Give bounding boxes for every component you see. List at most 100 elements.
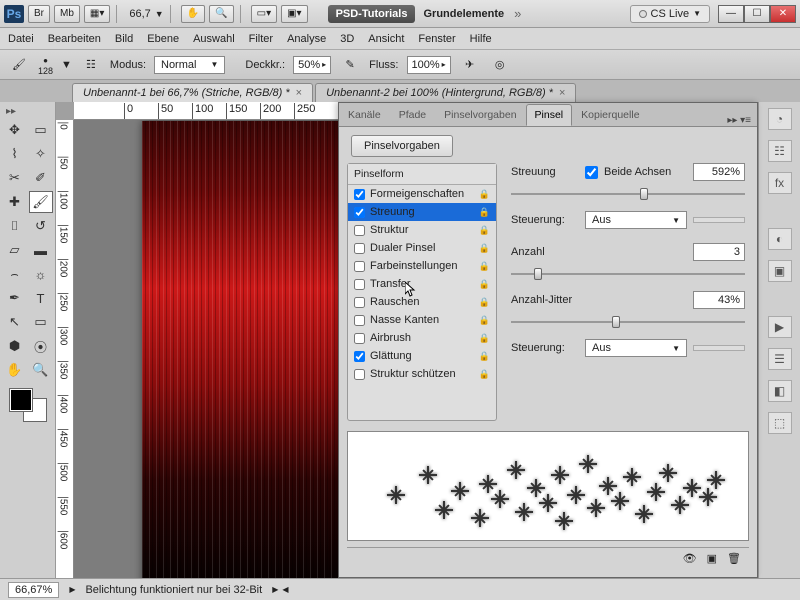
brush-option-checkbox[interactable] [354, 369, 365, 380]
new-preset-icon[interactable]: ▣ [707, 552, 717, 565]
brush-size-value[interactable]: 128 [38, 67, 53, 76]
flow-input[interactable]: 100%▸ [407, 56, 451, 74]
zoom-tool[interactable]: 🔍 [29, 359, 53, 381]
workspace-subtitle[interactable]: Grundelemente [423, 8, 504, 20]
type-tool[interactable]: T [29, 287, 53, 309]
menu-ebene[interactable]: Ebene [147, 33, 179, 45]
move-tool[interactable]: ✥ [3, 119, 27, 141]
brush-presets-button[interactable]: Pinselvorgaben [351, 135, 453, 157]
dock-adjust-icon[interactable]: ◐ [768, 228, 792, 250]
brush-option-checkbox[interactable] [354, 225, 365, 236]
dock-play-icon[interactable]: ▶ [768, 316, 792, 338]
ruler-vertical[interactable]: 050100150200250300350400450500550600 [56, 120, 74, 578]
dock-styles-icon[interactable]: fx [768, 172, 792, 194]
zoom-tool-button[interactable]: 🔍 [209, 5, 233, 23]
brush-option-item[interactable]: Rauschen🔒 [348, 293, 496, 311]
scatter-value[interactable]: 592% [693, 163, 745, 181]
zoom-value[interactable]: 66,7 [129, 8, 150, 20]
shape-tool[interactable]: ▭ [29, 311, 53, 333]
tab-pinselvorgaben[interactable]: Pinselvorgaben [435, 104, 525, 126]
lock-icon[interactable]: 🔒 [479, 243, 490, 254]
dodge-tool[interactable]: ☼ [29, 263, 53, 285]
doctab-1[interactable]: Unbenannt-1 bei 66,7% (Striche, RGB/8) *… [72, 83, 313, 102]
menu-bearbeiten[interactable]: Bearbeiten [48, 33, 101, 45]
collapse-icon[interactable]: ▸▸ [6, 106, 16, 117]
brush-tool-icon[interactable]: 🖌 [8, 54, 30, 76]
menu-datei[interactable]: Datei [8, 33, 34, 45]
brush-option-item[interactable]: Formeigenschaften🔒 [348, 185, 496, 203]
menu-bild[interactable]: Bild [115, 33, 133, 45]
brush-option-item[interactable]: Airbrush🔒 [348, 329, 496, 347]
lock-icon[interactable]: 🔒 [479, 369, 490, 380]
tab-kanaele[interactable]: Kanäle [339, 104, 390, 126]
brush-option-item[interactable]: Struktur🔒 [348, 221, 496, 239]
wand-tool[interactable]: ✧ [29, 143, 53, 165]
brush-option-item[interactable]: Farbeinstellungen🔒 [348, 257, 496, 275]
pen-tool[interactable]: ✒ [3, 287, 27, 309]
brush-option-item[interactable]: Transfer🔒 [348, 275, 496, 293]
dock-paths-icon[interactable]: ⬚ [768, 412, 792, 434]
menu-3d[interactable]: 3D [340, 33, 354, 45]
blur-tool[interactable]: ⌢ [3, 263, 27, 285]
count-jitter-value[interactable]: 43% [693, 291, 745, 309]
lock-icon[interactable]: 🔒 [479, 315, 490, 326]
brush-option-checkbox[interactable] [354, 333, 365, 344]
minibridge-button[interactable]: Mb [54, 5, 80, 23]
trash-icon[interactable]: 🗑 [727, 552, 741, 565]
count-jitter-slider[interactable] [511, 315, 745, 329]
brush-option-checkbox[interactable] [354, 189, 365, 200]
brush-option-checkbox[interactable] [354, 207, 365, 218]
marquee-tool[interactable]: ▭ [29, 119, 53, 141]
scatter-slider[interactable] [511, 187, 745, 201]
gradient-tool[interactable]: ▬ [29, 239, 53, 261]
brush-option-checkbox[interactable] [354, 243, 365, 254]
opacity-pressure-icon[interactable]: ✎ [339, 54, 361, 76]
close-icon[interactable]: × [296, 87, 302, 99]
minimize-button[interactable]: — [718, 5, 744, 23]
tablet-pressure-icon[interactable]: ◎ [489, 54, 511, 76]
hand-tool[interactable]: ✋ [3, 359, 27, 381]
history-brush-tool[interactable]: ↺ [29, 215, 53, 237]
maximize-button[interactable]: ☐ [744, 5, 770, 23]
brush-list-head[interactable]: Pinselform [348, 164, 496, 185]
lock-icon[interactable]: 🔒 [479, 207, 490, 218]
fg-color[interactable] [10, 389, 32, 411]
crop-tool[interactable]: ✂ [3, 167, 27, 189]
hand-tool-button[interactable]: ✋ [181, 5, 205, 23]
tab-pinsel[interactable]: Pinsel [526, 104, 573, 126]
heal-tool[interactable]: ✚ [3, 191, 27, 213]
menu-ansicht[interactable]: Ansicht [368, 33, 404, 45]
menu-auswahl[interactable]: Auswahl [193, 33, 235, 45]
close-icon[interactable]: × [559, 87, 565, 99]
bridge-button[interactable]: Br [28, 5, 50, 23]
lock-icon[interactable]: 🔒 [479, 189, 490, 200]
status-zoom[interactable]: 66,67% [8, 582, 59, 598]
zoom-chevron-icon[interactable]: ▼ [155, 9, 164, 19]
workspace-chevron-icon[interactable]: » [514, 6, 521, 21]
tab-pfade[interactable]: Pfade [390, 104, 435, 126]
3d-camera-tool[interactable]: ⦿ [29, 335, 53, 357]
dock-color-icon[interactable]: ◔ [768, 108, 792, 130]
tab-kopierquelle[interactable]: Kopierquelle [572, 104, 648, 126]
lock-icon[interactable]: 🔒 [479, 333, 490, 344]
dock-masks-icon[interactable]: ▣ [768, 260, 792, 282]
color-swatch[interactable] [10, 389, 46, 421]
dock-layers-icon[interactable]: ☰ [768, 348, 792, 370]
opacity-input[interactable]: 50%▸ [293, 56, 331, 74]
lock-icon[interactable]: 🔒 [479, 225, 490, 236]
lock-icon[interactable]: 🔒 [479, 261, 490, 272]
cslive-button[interactable]: CS Live ▼ [630, 5, 710, 23]
brush-option-checkbox[interactable] [354, 351, 365, 362]
brush-option-checkbox[interactable] [354, 261, 365, 272]
brush-option-checkbox[interactable] [354, 297, 365, 308]
menu-fenster[interactable]: Fenster [418, 33, 455, 45]
path-select-tool[interactable]: ↖ [3, 311, 27, 333]
screen-mode-button[interactable]: ▦▾ [84, 5, 110, 23]
screenmode2-button[interactable]: ▣▾ [281, 5, 307, 23]
doctab-2[interactable]: Unbenannt-2 bei 100% (Hintergrund, RGB/8… [315, 83, 576, 102]
arrange-button[interactable]: ▭▾ [251, 5, 277, 23]
lasso-tool[interactable]: ⌇ [3, 143, 27, 165]
lock-icon[interactable]: 🔒 [479, 279, 490, 290]
lock-icon[interactable]: 🔒 [479, 351, 490, 362]
eyedropper-tool[interactable]: ✐ [29, 167, 53, 189]
